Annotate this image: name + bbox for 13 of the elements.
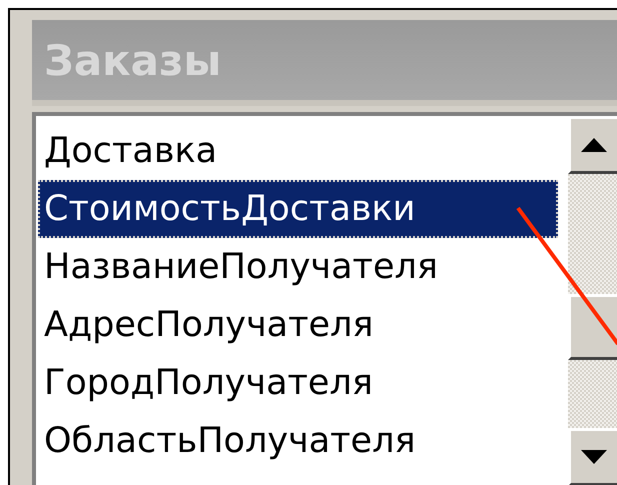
scrollbar[interactable] xyxy=(568,116,617,485)
scroll-thumb[interactable] xyxy=(568,294,617,360)
field-item[interactable]: АдресПолучателя xyxy=(38,296,568,354)
field-item[interactable]: Доставка xyxy=(38,122,568,180)
down-triangle-icon xyxy=(581,450,607,464)
field-item[interactable]: СтоимостьДоставки xyxy=(38,180,558,238)
window-title: Заказы xyxy=(44,36,222,84)
field-item[interactable]: НазваниеПолучателя xyxy=(38,238,568,296)
up-triangle-icon xyxy=(581,138,607,152)
field-item[interactable]: ГородПолучателя xyxy=(38,354,568,412)
field-item[interactable]: ОбластьПолучателя xyxy=(38,412,568,470)
scroll-up-button[interactable] xyxy=(568,116,617,174)
scroll-down-button[interactable] xyxy=(568,428,617,485)
